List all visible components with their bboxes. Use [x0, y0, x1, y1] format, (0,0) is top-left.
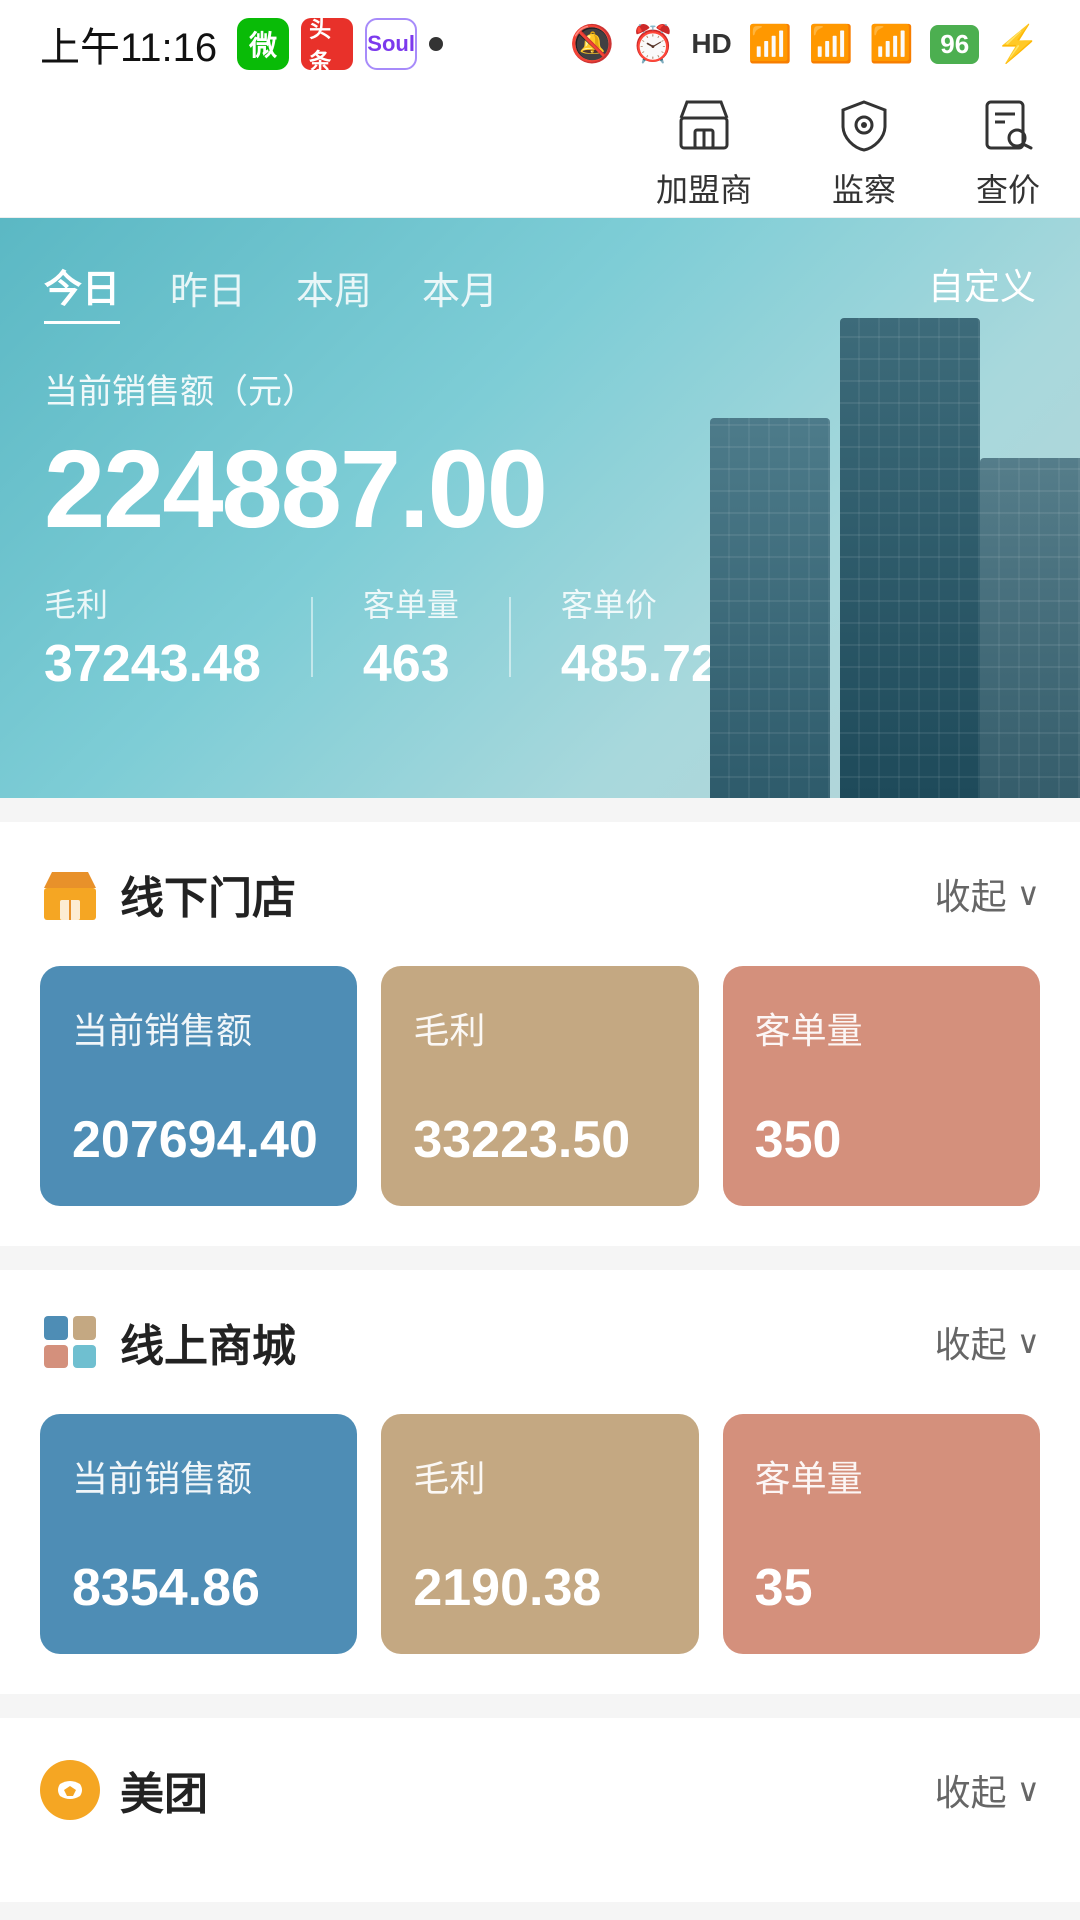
offline-profit-label: 毛利 [413, 1002, 666, 1054]
gross-profit-label: 毛利 [44, 580, 261, 626]
online-profit-label: 毛利 [413, 1450, 666, 1502]
monitor-label: 监察 [832, 165, 896, 211]
status-bar: 上午11:16 微 头条 Soul 🔕 ⏰ HD 📶 📶 📶 96 ⚡ [0, 0, 1080, 88]
online-sales-label: 当前销售额 [72, 1450, 325, 1502]
metric-order-count: 客单量 463 [363, 580, 459, 694]
meituan-title-group: 美团 [40, 1758, 208, 1822]
online-collapse-label: 收起 [935, 1316, 1007, 1368]
gross-profit-value: 37243.48 [44, 634, 261, 694]
online-profit-value: 2190.38 [413, 1558, 666, 1618]
offline-orders-label: 客单量 [755, 1002, 1008, 1054]
offline-store-header: 线下门店 收起 ∨ [40, 862, 1040, 926]
tab-yesterday[interactable]: 昨日 [170, 260, 246, 323]
offline-collapse-label: 收起 [935, 868, 1007, 920]
wechat-app-icon: 微 [237, 18, 289, 70]
offline-store-collapse[interactable]: 收起 ∨ [935, 868, 1040, 920]
meituan-title: 美团 [120, 1758, 208, 1822]
offline-profit-value: 33223.50 [413, 1110, 666, 1170]
franchiser-label: 加盟商 [656, 165, 752, 211]
building-left [710, 418, 830, 798]
offline-store-icon [40, 864, 100, 924]
online-collapse-chevron: ∨ [1017, 1323, 1040, 1361]
hd-icon: HD [691, 28, 731, 60]
offline-sales-card: 当前销售额 207694.40 [40, 966, 357, 1206]
meituan-section: 美团 收起 ∨ [0, 1718, 1080, 1902]
signal-icon: 📶 [748, 23, 793, 65]
online-sales-value: 8354.86 [72, 1558, 325, 1618]
offline-sales-label: 当前销售额 [72, 1002, 325, 1054]
metric-divider-1 [311, 597, 313, 677]
offline-store-title-group: 线下门店 [40, 862, 296, 926]
battery-icon: 96 [930, 25, 979, 64]
wifi-icon: 📶 [869, 23, 914, 65]
offline-collapse-chevron: ∨ [1017, 875, 1040, 913]
charging-icon: ⚡ [995, 23, 1040, 65]
metric-gross-profit: 毛利 37243.48 [44, 580, 261, 694]
online-mall-section: 线上商城 收起 ∨ 当前销售额 8354.86 毛利 2190.38 客单量 3… [0, 1270, 1080, 1694]
offline-sales-value: 207694.40 [72, 1110, 325, 1170]
online-mall-header: 线上商城 收起 ∨ [40, 1310, 1040, 1374]
tab-this-week[interactable]: 本周 [296, 260, 372, 323]
soul-app-icon: Soul [365, 18, 417, 70]
tab-today[interactable]: 今日 [44, 258, 120, 324]
buildings-illustration [680, 278, 1080, 798]
notification-dot [429, 37, 443, 51]
metric-divider-2 [509, 597, 511, 677]
status-system-icons: 🔕 ⏰ HD 📶 📶 📶 96 ⚡ [570, 23, 1040, 65]
status-time: 上午11:16 [40, 15, 217, 73]
hero-banner: 今日 昨日 本周 本月 自定义 当前销售额（元） 224887.00 毛利 37… [0, 218, 1080, 798]
meituan-collapse-label: 收起 [935, 1764, 1007, 1816]
online-orders-label: 客单量 [755, 1450, 1008, 1502]
signal2-icon: 📶 [809, 23, 854, 65]
price-check-label: 查价 [976, 165, 1040, 211]
search-doc-icon [978, 95, 1038, 155]
building-center [840, 318, 980, 798]
online-profit-card: 毛利 2190.38 [381, 1414, 698, 1654]
meituan-header: 美团 收起 ∨ [40, 1758, 1040, 1822]
offline-store-cards: 当前销售额 207694.40 毛利 33223.50 客单量 350 [40, 966, 1040, 1206]
order-count-value: 463 [363, 634, 459, 694]
nav-item-franchiser[interactable]: 加盟商 [656, 95, 752, 211]
toutiao-app-icon: 头条 [301, 18, 353, 70]
store-icon [674, 95, 734, 155]
online-orders-card: 客单量 35 [723, 1414, 1040, 1654]
online-mall-cards: 当前销售额 8354.86 毛利 2190.38 客单量 35 [40, 1414, 1040, 1654]
shield-icon [834, 95, 894, 155]
top-navigation: 加盟商 监察 查价 [0, 88, 1080, 218]
meituan-collapse-chevron: ∨ [1017, 1771, 1040, 1809]
online-mall-collapse[interactable]: 收起 ∨ [935, 1316, 1040, 1368]
offline-store-section: 线下门店 收起 ∨ 当前销售额 207694.40 毛利 33223.50 客单… [0, 822, 1080, 1246]
building-right [980, 458, 1080, 798]
meituan-icon [40, 1760, 100, 1820]
offline-profit-card: 毛利 33223.50 [381, 966, 698, 1206]
status-app-icons: 微 头条 Soul [237, 18, 443, 70]
tab-this-month[interactable]: 本月 [422, 260, 498, 323]
online-orders-value: 35 [755, 1558, 1008, 1618]
offline-orders-value: 350 [755, 1110, 1008, 1170]
online-mall-title-group: 线上商城 [40, 1310, 296, 1374]
alarm-icon: ⏰ [630, 23, 675, 65]
order-count-label: 客单量 [363, 580, 459, 626]
mute-icon: 🔕 [570, 23, 615, 65]
nav-item-price-check[interactable]: 查价 [976, 95, 1040, 211]
nav-item-monitor[interactable]: 监察 [832, 95, 896, 211]
offline-store-title: 线下门店 [120, 862, 296, 926]
offline-orders-card: 客单量 350 [723, 966, 1040, 1206]
meituan-collapse[interactable]: 收起 ∨ [935, 1764, 1040, 1816]
online-mall-icon [40, 1312, 100, 1372]
online-mall-title: 线上商城 [120, 1310, 296, 1374]
online-sales-card: 当前销售额 8354.86 [40, 1414, 357, 1654]
